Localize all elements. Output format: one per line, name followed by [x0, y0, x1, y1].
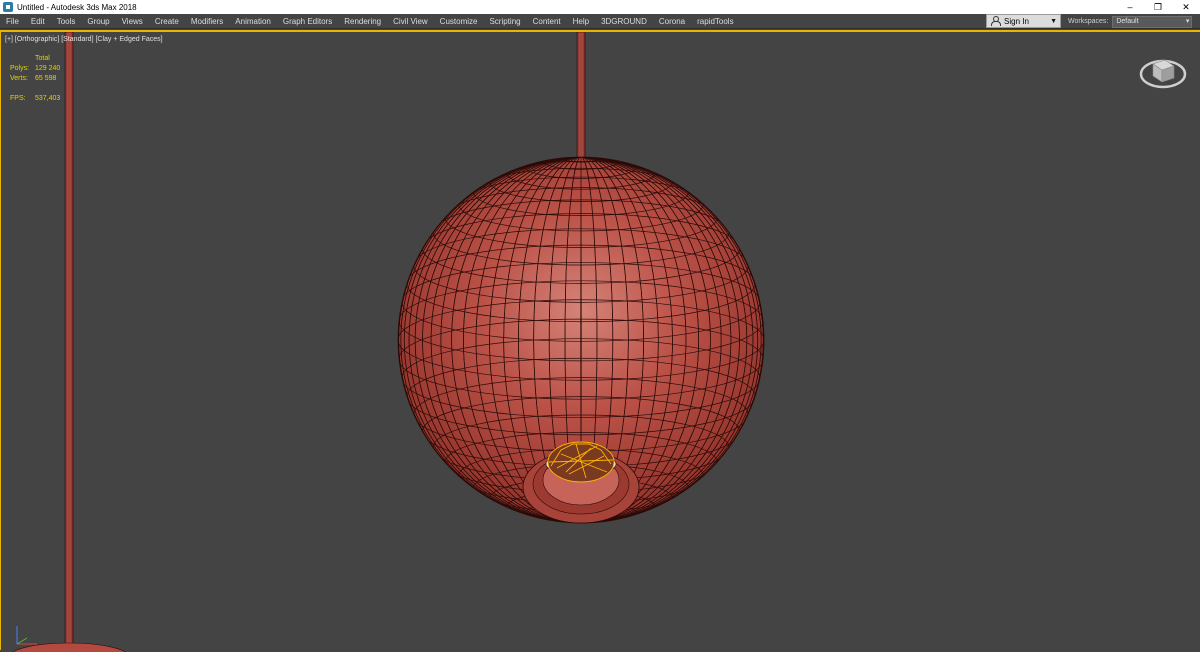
- window-title-bar: Untitled - Autodesk 3ds Max 2018 – ❐ ✕: [0, 0, 1200, 14]
- menu-help[interactable]: Help: [567, 14, 595, 29]
- menu-scripting[interactable]: Scripting: [483, 14, 526, 29]
- workspaces-dropdown[interactable]: Default: [1112, 15, 1193, 28]
- stats-verts-label: Verts:: [10, 75, 28, 82]
- stats-verts-value: 65 598: [35, 75, 57, 82]
- sign-in-label: Sign In: [1004, 16, 1029, 26]
- minimize-button[interactable]: –: [1116, 0, 1144, 14]
- menu-content[interactable]: Content: [527, 14, 567, 29]
- workspaces-label: Workspaces:: [1068, 18, 1109, 25]
- close-button[interactable]: ✕: [1172, 0, 1200, 14]
- sign-in-dropdown[interactable]: Sign In ▼: [986, 14, 1061, 28]
- menu-civil-view[interactable]: Civil View: [387, 14, 434, 29]
- scene-canvas[interactable]: [1, 32, 1200, 652]
- stats-polys-value: 129 240: [35, 65, 61, 72]
- menu-group[interactable]: Group: [81, 14, 115, 29]
- viewport-label-menu[interactable]: [+] [Orthographic] [Standard] [Clay + Ed…: [5, 36, 163, 43]
- menu-views[interactable]: Views: [116, 14, 149, 29]
- perspective-viewport[interactable]: [+] [Orthographic] [Standard] [Clay + Ed…: [0, 30, 1200, 652]
- stats-polys-label: Polys:: [10, 65, 30, 72]
- stats-fps-label: FPS:: [10, 95, 26, 102]
- viewcube-icon[interactable]: [1138, 52, 1188, 92]
- 3dsmax-app-icon: [3, 2, 13, 12]
- menu-edit[interactable]: Edit: [25, 14, 51, 29]
- menu-graph-editors[interactable]: Graph Editors: [277, 14, 338, 29]
- center-pendant-rod[interactable]: [576, 32, 586, 161]
- axis-tripod-icon: [16, 626, 37, 645]
- workspaces-selector: Workspaces: Default: [1068, 14, 1193, 29]
- menu-create[interactable]: Create: [149, 14, 185, 29]
- user-icon: [990, 16, 1001, 26]
- menu-modifiers[interactable]: Modifiers: [185, 14, 229, 29]
- menu-animation[interactable]: Animation: [229, 14, 277, 29]
- stats-total-header: Total: [35, 55, 50, 62]
- window-title: Untitled - Autodesk 3ds Max 2018: [17, 2, 137, 12]
- stats-fps-value: 537,403: [35, 95, 61, 102]
- restore-button[interactable]: ❐: [1144, 0, 1172, 14]
- window-controls: – ❐ ✕: [1116, 0, 1200, 14]
- menu-3dground[interactable]: 3DGROUND: [595, 14, 653, 29]
- selected-bulb-object[interactable]: [547, 441, 615, 483]
- menu-tools[interactable]: Tools: [51, 14, 82, 29]
- viewport-statistics: Total Polys: 129 240 Verts: 65 598 FPS: 537…: [10, 54, 60, 104]
- menu-corona[interactable]: Corona: [653, 14, 691, 29]
- menu-file[interactable]: File: [0, 14, 25, 29]
- menu-customize[interactable]: Customize: [434, 14, 484, 29]
- chevron-down-icon: ▼: [1050, 18, 1057, 25]
- menu-rendering[interactable]: Rendering: [338, 14, 387, 29]
- left-pendant-rod[interactable]: [64, 32, 74, 645]
- menu-rapidtools[interactable]: rapidTools: [691, 14, 739, 29]
